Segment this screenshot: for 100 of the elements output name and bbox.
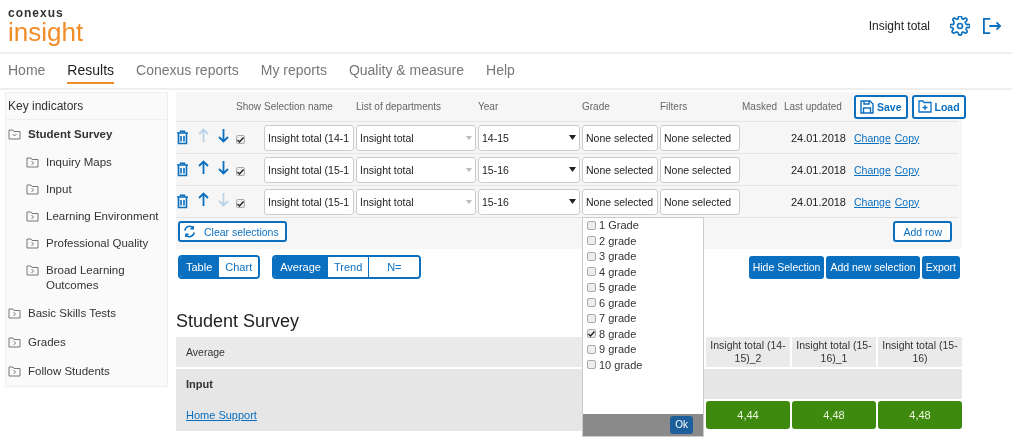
row-link[interactable]: Copy [894, 131, 920, 144]
name-field[interactable]: Insight total (15-1 [264, 156, 354, 183]
checkbox[interactable] [587, 298, 596, 308]
column-header: Insight total (15-16) [878, 337, 962, 367]
sidebar-title: Key indicators [6, 93, 167, 120]
grade-option[interactable]: 7 grade [583, 310, 703, 326]
grade-option[interactable]: 6 grade [583, 295, 703, 311]
sidebar-item[interactable]: Professional Quality [6, 230, 167, 257]
settings-icon[interactable] [950, 16, 970, 36]
sidebar-item[interactable]: Inquiry Maps [6, 149, 167, 176]
sidebar-item[interactable]: Follow Students [6, 357, 167, 386]
user-name: Insight total [868, 19, 930, 33]
sidebar-item[interactable]: Learning Environment [6, 203, 167, 230]
action-button[interactable]: Export [921, 255, 960, 279]
nav-tab[interactable]: Conexus reports [136, 62, 239, 84]
sidebar-item[interactable]: Basic Skills Tests [6, 299, 167, 328]
checkbox[interactable] [587, 329, 596, 339]
sidebar-item[interactable]: Broad Learning Outcomes [6, 257, 167, 299]
name-field[interactable]: Insight total (14-1 [264, 124, 354, 151]
trash-icon[interactable] [176, 162, 189, 177]
logo-text: insight [8, 19, 84, 45]
logout-icon[interactable] [982, 17, 1002, 35]
nav-tab[interactable]: My reports [260, 62, 327, 84]
filters-select[interactable]: None selected [660, 156, 740, 183]
grade-option[interactable]: 1 Grade [583, 217, 703, 233]
up-arrow-icon[interactable] [198, 192, 209, 207]
date-text: 24.01.2018 [789, 195, 847, 208]
year-select[interactable]: 14-15 [478, 124, 580, 151]
folder-plus-icon [917, 100, 932, 113]
date-text: 24.01.2018 [789, 163, 847, 176]
checkbox[interactable] [587, 236, 596, 246]
folder-icon [26, 265, 39, 276]
trash-icon[interactable] [176, 194, 189, 209]
name-field[interactable]: Insight total (15-1 [264, 188, 354, 215]
department-select[interactable]: Insight total [356, 156, 476, 183]
column-header: Selection name [264, 101, 334, 112]
year-select[interactable]: 15-16 [478, 156, 580, 183]
column-header: Masked [742, 101, 778, 112]
checkbox[interactable] [587, 267, 596, 277]
sidebar-item[interactable]: Grades [6, 328, 167, 357]
trash-icon[interactable] [176, 130, 189, 145]
up-arrow-icon[interactable] [198, 160, 209, 175]
folder-open-icon [8, 129, 21, 140]
checkbox[interactable] [587, 282, 596, 292]
column-header: Last updated [784, 101, 843, 112]
filters-select[interactable]: None selected [660, 188, 740, 215]
load-button[interactable]: Load [911, 94, 966, 119]
checkbox[interactable] [236, 199, 245, 208]
year-select[interactable]: 15-16 [478, 188, 580, 215]
toggle-option[interactable]: Average [274, 257, 328, 277]
save-icon [860, 99, 874, 114]
clear-selections-button[interactable]: Clear selections [178, 221, 287, 242]
nav-tab[interactable]: Home [8, 62, 46, 84]
sidebar-item[interactable]: Student Survey [6, 120, 167, 149]
grade-select[interactable]: None selected [582, 188, 658, 215]
folder-icon [8, 337, 21, 348]
action-button[interactable]: Add new selection [826, 255, 920, 279]
nav-tab[interactable]: Quality & measure [348, 62, 465, 84]
column-header: Grade [582, 101, 611, 112]
checkbox[interactable] [587, 344, 596, 354]
grade-option[interactable]: 4 grade [583, 264, 703, 280]
sidebar-item-label: Student Survey [28, 127, 113, 142]
checkbox[interactable] [587, 313, 596, 323]
add-row-button[interactable]: Add row [893, 221, 952, 242]
checkbox[interactable] [236, 167, 245, 176]
row-link[interactable]: Change [854, 163, 891, 176]
save-button[interactable]: Save [854, 94, 908, 119]
grade-select[interactable]: None selected [582, 124, 658, 151]
checkbox[interactable] [236, 135, 245, 144]
grade-option[interactable]: 9 grade [583, 341, 703, 357]
value-cell: 4,48 [878, 401, 962, 429]
row-link[interactable]: Copy [894, 195, 920, 208]
grade-option[interactable]: 3 grade [583, 248, 703, 264]
caret-icon [466, 167, 472, 172]
indicator-link[interactable]: Home Support [186, 409, 257, 421]
action-button[interactable]: Hide Selection [748, 255, 825, 279]
column-header: Year [478, 101, 500, 112]
sidebar-item-label: Inquiry Maps [46, 155, 112, 170]
checkbox[interactable] [587, 360, 596, 370]
checkbox[interactable] [587, 251, 596, 261]
folder-icon [8, 308, 21, 319]
grade-option[interactable]: 2 grade [583, 233, 703, 249]
department-select[interactable]: Insight total [356, 124, 476, 151]
logo-wordmark: conexus [8, 7, 65, 19]
sidebar-item[interactable]: Input [6, 176, 167, 203]
row-link[interactable]: Change [854, 131, 891, 144]
ok-button[interactable]: Ok [670, 415, 693, 434]
down-arrow-icon[interactable] [218, 160, 229, 175]
filters-select[interactable]: None selected [660, 124, 740, 151]
grade-select[interactable]: None selected [582, 156, 658, 183]
toggle-option[interactable]: Table [180, 257, 220, 277]
checkbox[interactable] [587, 220, 596, 230]
row-link[interactable]: Change [854, 195, 891, 208]
column-header: Filters [660, 101, 689, 112]
row-link[interactable]: Copy [894, 163, 920, 176]
grade-option[interactable]: 5 grade [583, 279, 703, 295]
nav-tab[interactable]: Results [67, 62, 115, 84]
nav-tab[interactable]: Help [486, 62, 515, 84]
department-select[interactable]: Insight total [356, 188, 476, 215]
down-arrow-icon[interactable] [218, 128, 229, 143]
